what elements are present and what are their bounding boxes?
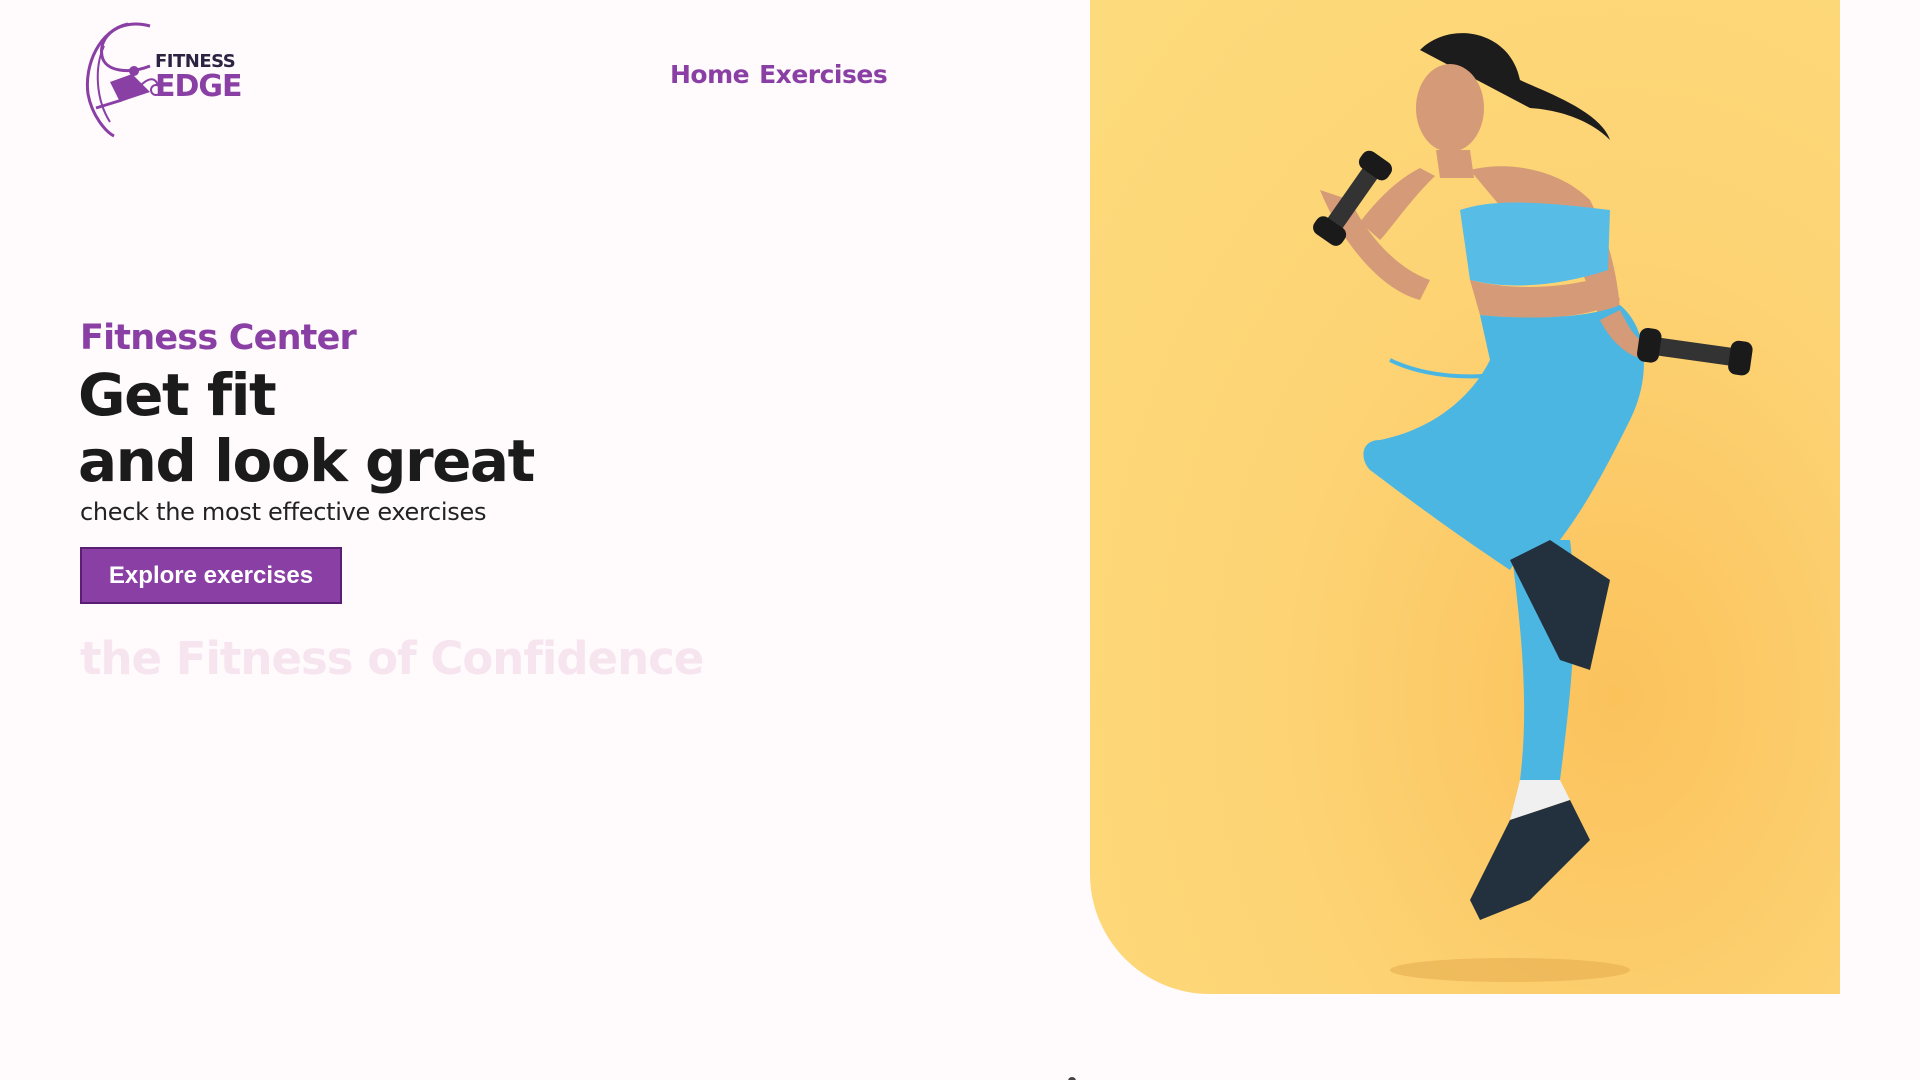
hero-eyebrow: Fitness Center	[80, 318, 357, 358]
main-nav: Home Exercises	[670, 60, 888, 89]
brand-logo[interactable]: FITNESS EDGE	[80, 16, 243, 140]
explore-exercises-button[interactable]: Explore exercises	[80, 547, 342, 604]
brand-line2: EDGE	[155, 69, 243, 104]
nav-link-home[interactable]: Home	[670, 60, 750, 89]
page: FITNESS EDGE Home Exercises Fitness Cent…	[0, 0, 1920, 1080]
hero-subtitle: check the most effective exercises	[80, 498, 487, 526]
hero-title-line1: Get fit	[78, 361, 277, 429]
hero-banner-image	[1090, 0, 1840, 994]
hero-title: Get fit and look great	[78, 361, 535, 495]
hero-title-line2: and look great	[78, 427, 535, 495]
woman-jumping-with-dumbbells-icon	[1313, 33, 1753, 982]
hero-watermark: the Fitness of Confidence	[80, 632, 704, 685]
nav-link-exercises[interactable]: Exercises	[759, 60, 888, 89]
